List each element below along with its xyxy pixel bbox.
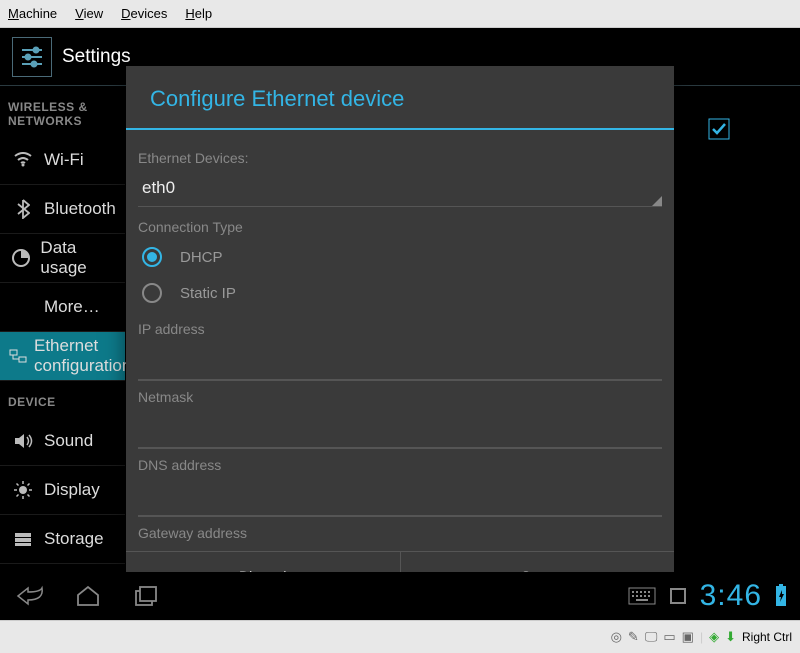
notification-icon bbox=[668, 586, 688, 606]
sidebar-item-data[interactable]: Data usage bbox=[0, 234, 125, 283]
display-icon bbox=[8, 480, 38, 500]
section-device: DEVICE bbox=[0, 381, 125, 417]
configure-ethernet-dialog: Configure Ethernet device Ethernet Devic… bbox=[126, 66, 674, 599]
sidebar-item-label: Bluetooth bbox=[44, 199, 116, 219]
status-tray[interactable]: 3:46 bbox=[628, 579, 788, 613]
dns-address-input[interactable] bbox=[138, 477, 662, 517]
sidebar-item-label: More… bbox=[44, 297, 100, 317]
sidebar-item-label: Display bbox=[44, 480, 100, 500]
radio-icon bbox=[142, 247, 162, 267]
battery-icon bbox=[774, 584, 788, 608]
sidebar-item-ethernet[interactable]: Ethernet configuration bbox=[0, 332, 125, 381]
eth-devices-label: Ethernet Devices: bbox=[138, 150, 662, 166]
sidebar-item-wifi[interactable]: Wi-Fi bbox=[0, 136, 125, 185]
netmask-label: Netmask bbox=[138, 389, 662, 405]
eth-device-value: eth0 bbox=[142, 178, 175, 197]
storage-icon bbox=[8, 531, 38, 547]
sidebar-item-more[interactable]: More… bbox=[0, 283, 125, 332]
radio-dhcp[interactable]: DHCP bbox=[138, 239, 662, 275]
host-network-icon[interactable]: 🖵 bbox=[645, 629, 658, 645]
sound-icon bbox=[8, 432, 38, 450]
menu-machine[interactable]: Machine bbox=[8, 6, 57, 21]
host-optical-icon[interactable]: ✎ bbox=[628, 629, 639, 645]
section-wireless: WIRELESS & NETWORKS bbox=[0, 86, 125, 136]
host-usb-icon[interactable]: ▭ bbox=[663, 629, 675, 645]
host-key-icon: ⬇ bbox=[725, 629, 736, 645]
home-button[interactable] bbox=[70, 582, 106, 610]
status-clock: 3:46 bbox=[700, 579, 762, 613]
action-bar-title: Settings bbox=[62, 46, 131, 68]
android-screen: Settings WIRELESS & NETWORKS Wi-Fi Bluet… bbox=[0, 28, 800, 620]
eth-device-spinner[interactable]: eth0 bbox=[138, 170, 662, 207]
dialog-title: Configure Ethernet device bbox=[126, 66, 674, 128]
menu-devices[interactable]: Devices bbox=[121, 6, 167, 21]
sidebar-item-label: Sound bbox=[44, 431, 93, 451]
ethernet-icon bbox=[8, 348, 28, 364]
dns-address-label: DNS address bbox=[138, 457, 662, 473]
settings-list: WIRELESS & NETWORKS Wi-Fi Bluetooth Data… bbox=[0, 86, 125, 591]
recents-button[interactable] bbox=[128, 582, 164, 610]
conn-type-label: Connection Type bbox=[138, 219, 662, 235]
settings-icon bbox=[12, 37, 52, 77]
sidebar-item-sound[interactable]: Sound bbox=[0, 417, 125, 466]
ethernet-toggle-checkbox[interactable] bbox=[708, 118, 730, 140]
host-status-bar: ◎ ✎ 🖵 ▭ ▣ | ◈ ⬇ Right Ctrl bbox=[0, 620, 800, 653]
ip-address-label: IP address bbox=[138, 321, 662, 337]
menu-view[interactable]: View bbox=[75, 6, 103, 21]
radio-label: DHCP bbox=[180, 249, 223, 266]
host-menu-bar: Machine View Devices Help bbox=[0, 0, 800, 28]
host-shared-icon[interactable]: ▣ bbox=[682, 629, 694, 645]
host-indicator-icon: ◈ bbox=[709, 629, 719, 645]
radio-label: Static IP bbox=[180, 285, 236, 302]
gateway-address-label: Gateway address bbox=[138, 525, 662, 541]
radio-icon bbox=[142, 283, 162, 303]
keyboard-icon bbox=[628, 587, 656, 605]
data-usage-icon bbox=[8, 248, 34, 268]
sidebar-item-label: Wi-Fi bbox=[44, 150, 84, 170]
sidebar-item-label: Ethernet configuration bbox=[34, 336, 131, 376]
bluetooth-icon bbox=[8, 199, 38, 219]
wifi-icon bbox=[8, 152, 38, 168]
navigation-bar: 3:46 bbox=[0, 572, 800, 620]
menu-help[interactable]: Help bbox=[185, 6, 212, 21]
host-key-label: Right Ctrl bbox=[742, 630, 792, 644]
netmask-input[interactable] bbox=[138, 409, 662, 449]
dialog-content: Ethernet Devices: eth0 Connection Type D… bbox=[126, 130, 674, 551]
radio-static-ip[interactable]: Static IP bbox=[138, 275, 662, 311]
sidebar-item-bluetooth[interactable]: Bluetooth bbox=[0, 185, 125, 234]
back-button[interactable] bbox=[12, 582, 48, 610]
ip-address-input[interactable] bbox=[138, 341, 662, 381]
sidebar-item-label: Data usage bbox=[40, 238, 117, 278]
host-disk-icon[interactable]: ◎ bbox=[611, 629, 622, 645]
sidebar-item-label: Storage bbox=[44, 529, 104, 549]
sidebar-item-display[interactable]: Display bbox=[0, 466, 125, 515]
sidebar-item-storage[interactable]: Storage bbox=[0, 515, 125, 564]
